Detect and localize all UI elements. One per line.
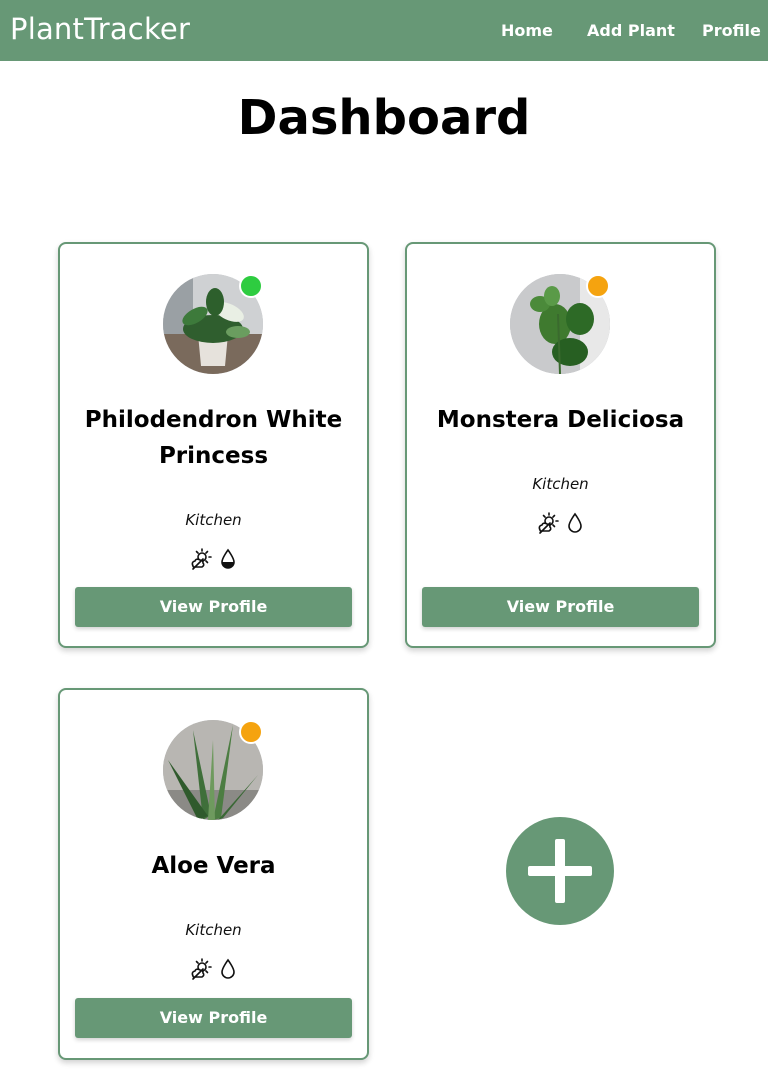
page-title: Dashboard: [237, 90, 531, 146]
care-icons: [60, 548, 367, 570]
nav-link-home[interactable]: Home: [501, 21, 553, 40]
partial-sun-icon: [537, 512, 559, 538]
plant-card: Aloe Vera Kitchen View Profile: [58, 688, 369, 1060]
plus-icon: [506, 839, 614, 929]
plant-avatar-wrap: [163, 274, 263, 374]
plant-name: Aloe Vera: [151, 853, 276, 879]
plant-avatar-wrap: [510, 274, 610, 374]
view-profile-button[interactable]: View Profile: [422, 587, 699, 627]
drop-outline-icon: [566, 512, 584, 538]
plant-location: Kitchen: [532, 475, 589, 493]
plant-location: Kitchen: [185, 921, 242, 939]
plant-name: Monstera Deliciosa: [436, 407, 685, 433]
half-drop-icon: [219, 548, 237, 574]
drop-outline-icon: [219, 958, 237, 984]
navbar: PlantTracker Home Add Plant Profile: [0, 0, 768, 61]
status-indicator: [239, 274, 263, 298]
plant-location: Kitchen: [185, 511, 242, 529]
partial-sun-icon: [190, 958, 212, 984]
status-indicator: [586, 274, 610, 298]
plant-name: Philodendron White Princess: [84, 407, 343, 469]
view-profile-button[interactable]: View Profile: [75, 587, 352, 627]
nav-link-profile[interactable]: Profile: [702, 21, 761, 40]
care-icons: [407, 512, 714, 534]
view-profile-button[interactable]: View Profile: [75, 998, 352, 1038]
plant-card: Philodendron White Princess Kitchen View…: [58, 242, 369, 648]
plant-card: Monstera Deliciosa Kitchen View Profile: [405, 242, 716, 648]
plant-avatar-wrap: [163, 720, 263, 820]
status-indicator: [239, 720, 263, 744]
partial-sun-icon: [190, 548, 212, 574]
nav-link-add-plant[interactable]: Add Plant: [587, 21, 675, 40]
care-icons: [60, 958, 367, 980]
brand-logo[interactable]: PlantTracker: [10, 12, 190, 46]
add-plant-button[interactable]: [506, 817, 614, 925]
